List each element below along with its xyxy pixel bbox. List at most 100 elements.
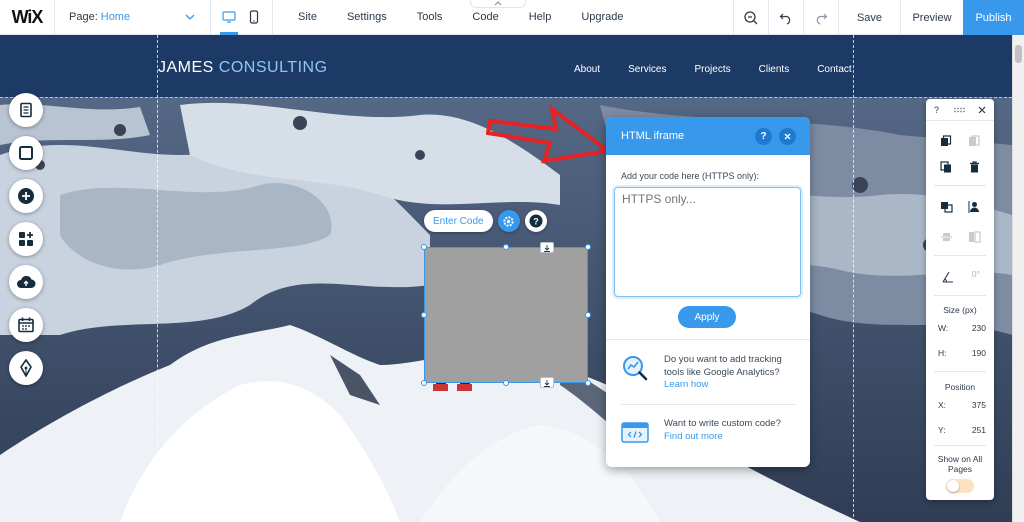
match-size-button[interactable] bbox=[966, 229, 982, 245]
resize-handle-e[interactable] bbox=[585, 312, 591, 318]
y-label: Y: bbox=[938, 425, 946, 435]
position-label: Position bbox=[944, 382, 976, 392]
delete-button[interactable] bbox=[966, 159, 982, 175]
resize-handle-sw[interactable] bbox=[421, 380, 427, 386]
width-row: W: 230 bbox=[938, 323, 986, 333]
inspector-panel: ? 0° Size (px) W: 230 H: 190 Position X:… bbox=[926, 99, 994, 500]
blog-button[interactable] bbox=[9, 351, 43, 385]
x-value[interactable]: 375 bbox=[972, 400, 986, 410]
menu-tools[interactable]: Tools bbox=[402, 11, 458, 23]
inspector-separator bbox=[934, 255, 986, 256]
site-title[interactable]: JAMES CONSULTING bbox=[158, 59, 328, 77]
site-nav-contact[interactable]: Contact bbox=[817, 64, 851, 75]
mobile-view-button[interactable] bbox=[244, 0, 264, 35]
menu-upgrade[interactable]: Upgrade bbox=[566, 11, 638, 23]
resize-handle-nw[interactable] bbox=[421, 244, 427, 250]
add-button[interactable] bbox=[9, 179, 43, 213]
menu-settings[interactable]: Settings bbox=[332, 11, 402, 23]
save-button[interactable]: Save bbox=[838, 0, 900, 35]
panel-divider bbox=[621, 404, 796, 405]
panel-close-button[interactable] bbox=[779, 128, 796, 145]
find-out-more-link[interactable]: Find out more bbox=[664, 431, 799, 444]
publish-button[interactable]: Publish bbox=[963, 0, 1024, 35]
redo-button[interactable] bbox=[803, 0, 838, 35]
learn-how-link[interactable]: Learn how bbox=[664, 379, 799, 392]
inspector-separator bbox=[934, 371, 986, 372]
svg-text:?: ? bbox=[533, 217, 539, 227]
inspector-separator bbox=[934, 445, 986, 446]
custom-code-tip-body: Want to write custom code? bbox=[664, 418, 781, 429]
desktop-icon bbox=[222, 11, 236, 23]
main-menu: Site Settings Tools Code Help Upgrade bbox=[283, 0, 639, 35]
trash-icon bbox=[969, 161, 979, 173]
desktop-view-button[interactable] bbox=[219, 0, 239, 35]
vertical-scrollbar[interactable] bbox=[1012, 35, 1024, 522]
analytics-magnifier-icon bbox=[623, 356, 648, 381]
panel-help-button[interactable]: ? bbox=[755, 128, 772, 145]
scrollbar-thumb[interactable] bbox=[1015, 45, 1022, 63]
stretch-top-handle[interactable] bbox=[540, 242, 554, 253]
enter-code-button[interactable]: Enter Code bbox=[424, 210, 493, 232]
resize-handle-s[interactable] bbox=[503, 380, 509, 386]
stretch-bottom-handle[interactable] bbox=[540, 377, 554, 388]
html-iframe-element[interactable] bbox=[424, 247, 588, 383]
paste-button[interactable] bbox=[966, 133, 982, 149]
wix-logo[interactable]: WiX bbox=[0, 0, 55, 35]
copy-button[interactable] bbox=[938, 159, 954, 175]
editor-canvas[interactable]: JAMES CONSULTING About Services Projects… bbox=[0, 35, 1012, 522]
resize-handle-w[interactable] bbox=[421, 312, 427, 318]
zoom-out-button[interactable] bbox=[733, 0, 768, 35]
panel-header[interactable]: HTML iframe ? bbox=[606, 117, 810, 155]
custom-code-tip: Want to write custom code? Find out more bbox=[621, 418, 799, 446]
rotation-value[interactable]: 0° bbox=[972, 269, 980, 285]
background-button[interactable] bbox=[9, 136, 43, 170]
resize-handle-ne[interactable] bbox=[585, 244, 591, 250]
calendar-icon bbox=[18, 317, 34, 333]
inspector-header[interactable]: ? bbox=[926, 99, 994, 121]
help-button[interactable]: ? bbox=[524, 210, 547, 232]
media-upload-button[interactable] bbox=[9, 265, 43, 299]
add-apps-button[interactable] bbox=[9, 222, 43, 256]
y-value[interactable]: 251 bbox=[972, 425, 986, 435]
site-nav-clients[interactable]: Clients bbox=[759, 64, 790, 75]
undo-icon bbox=[779, 13, 791, 25]
mobile-icon bbox=[249, 10, 258, 24]
toggle-knob bbox=[947, 480, 959, 492]
chevron-up-icon bbox=[494, 1, 502, 6]
menu-help[interactable]: Help bbox=[514, 11, 567, 23]
analytics-tip-body: Do you want to add tracking tools like G… bbox=[664, 354, 782, 378]
site-nav-services[interactable]: Services bbox=[628, 64, 666, 75]
close-icon[interactable] bbox=[978, 106, 986, 114]
inspector-help-button[interactable]: ? bbox=[934, 105, 939, 115]
settings-button[interactable] bbox=[497, 210, 520, 232]
undo-button[interactable] bbox=[768, 0, 803, 35]
show-on-all-pages-toggle[interactable] bbox=[946, 479, 974, 493]
duplicate-button[interactable] bbox=[938, 133, 954, 149]
code-window-icon bbox=[621, 422, 649, 443]
drag-handle-icon[interactable] bbox=[953, 107, 965, 113]
analytics-tip-text: Do you want to add tracking tools like G… bbox=[664, 354, 799, 392]
chevron-down-icon bbox=[185, 14, 195, 20]
width-value[interactable]: 230 bbox=[972, 323, 986, 333]
pages-button[interactable] bbox=[9, 93, 43, 127]
collapse-toolbar-tab[interactable] bbox=[470, 0, 526, 8]
menu-site[interactable]: Site bbox=[283, 11, 332, 23]
height-value[interactable]: 190 bbox=[972, 348, 986, 358]
business-apps-button[interactable] bbox=[9, 308, 43, 342]
left-page-guide bbox=[157, 35, 158, 522]
inspector-row-edit bbox=[926, 159, 994, 175]
site-nav-projects[interactable]: Projects bbox=[695, 64, 731, 75]
preview-button[interactable]: Preview bbox=[900, 0, 963, 35]
page-selector[interactable]: Page: Home bbox=[55, 0, 211, 35]
rotate-button[interactable] bbox=[940, 269, 956, 285]
distribute-button[interactable] bbox=[938, 229, 954, 245]
size-label: Size (px) bbox=[943, 305, 977, 315]
align-button[interactable] bbox=[966, 199, 982, 215]
resize-handle-n[interactable] bbox=[503, 244, 509, 250]
menu-code[interactable]: Code bbox=[457, 11, 513, 23]
site-nav-about[interactable]: About bbox=[574, 64, 600, 75]
code-input[interactable] bbox=[614, 187, 801, 297]
apply-button[interactable]: Apply bbox=[678, 306, 736, 328]
resize-handle-se[interactable] bbox=[585, 380, 591, 386]
arrange-button[interactable] bbox=[938, 199, 954, 215]
